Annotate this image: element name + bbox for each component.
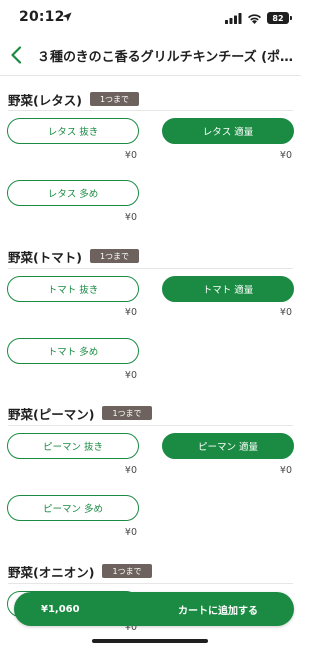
- option-price: ¥0: [124, 527, 137, 538]
- option-price: ¥0: [124, 465, 137, 476]
- option-pepper-extra-button[interactable]: ピーマン 多め: [7, 495, 139, 521]
- divider: [8, 425, 293, 426]
- option-pepper-none-button[interactable]: ピーマン 抜き: [7, 433, 139, 459]
- divider: [8, 110, 293, 111]
- signal-icon: [225, 12, 242, 24]
- back-button[interactable]: [2, 40, 30, 70]
- limit-badge: 1つまで: [89, 249, 140, 263]
- option-pepper-normal-button[interactable]: ピーマン 適量: [162, 433, 294, 459]
- section-header-lettuce: 野菜(レタス) 1つまで: [8, 90, 140, 108]
- section-header-pepper: 野菜(ピーマン) 1つまで: [8, 404, 152, 422]
- divider: [8, 268, 293, 269]
- add-to-cart-label: カートに追加する: [178, 605, 258, 617]
- wifi-icon: [248, 13, 261, 24]
- section-title: 野菜(ピーマン): [8, 406, 95, 422]
- option-price: ¥0: [124, 212, 137, 223]
- option-price: ¥0: [279, 150, 292, 161]
- battery-level: 82: [272, 13, 284, 23]
- option-price: ¥0: [279, 465, 292, 476]
- option-tomato-none-button[interactable]: トマト 抜き: [7, 276, 139, 302]
- status-bar: 20:12 82: [0, 0, 301, 36]
- section-header-tomato: 野菜(トマト) 1つまで: [8, 247, 140, 265]
- section-header-onion: 野菜(オニオン) 1つまで: [8, 562, 152, 580]
- status-indicators: 82: [225, 11, 292, 25]
- option-price: ¥0: [279, 307, 292, 318]
- option-tomato-extra-button[interactable]: トマト 多め: [7, 338, 139, 364]
- section-title: 野菜(トマト): [8, 249, 82, 265]
- option-lettuce-extra-button[interactable]: レタス 多め: [7, 180, 139, 206]
- limit-badge: 1つまで: [102, 406, 152, 420]
- page-title: ３種のきのこ香るグリルチキンチーズ (ポ…: [37, 50, 294, 65]
- location-arrow-icon: [62, 12, 72, 22]
- chevron-left-icon: [11, 46, 22, 64]
- option-price: ¥0: [124, 150, 137, 161]
- section-title: 野菜(オニオン): [8, 564, 95, 580]
- battery-icon: 82: [267, 12, 292, 24]
- option-price: ¥0: [124, 370, 137, 381]
- home-indicator: [92, 639, 208, 643]
- limit-badge: 1つまで: [89, 92, 140, 106]
- nav-bar: ３種のきのこ香るグリルチキンチーズ (ポ…: [0, 36, 301, 76]
- add-to-cart-button[interactable]: ¥1,060 カートに追加する: [14, 592, 294, 626]
- divider: [8, 583, 293, 584]
- option-tomato-normal-button[interactable]: トマト 適量: [162, 276, 294, 302]
- status-time: 20:12: [19, 9, 65, 25]
- option-price: ¥0: [124, 307, 137, 318]
- limit-badge: 1つまで: [102, 564, 152, 578]
- section-title: 野菜(レタス): [8, 92, 82, 108]
- option-lettuce-normal-button[interactable]: レタス 適量: [162, 118, 294, 144]
- cart-total: ¥1,060: [41, 603, 80, 615]
- option-lettuce-none-button[interactable]: レタス 抜き: [7, 118, 139, 144]
